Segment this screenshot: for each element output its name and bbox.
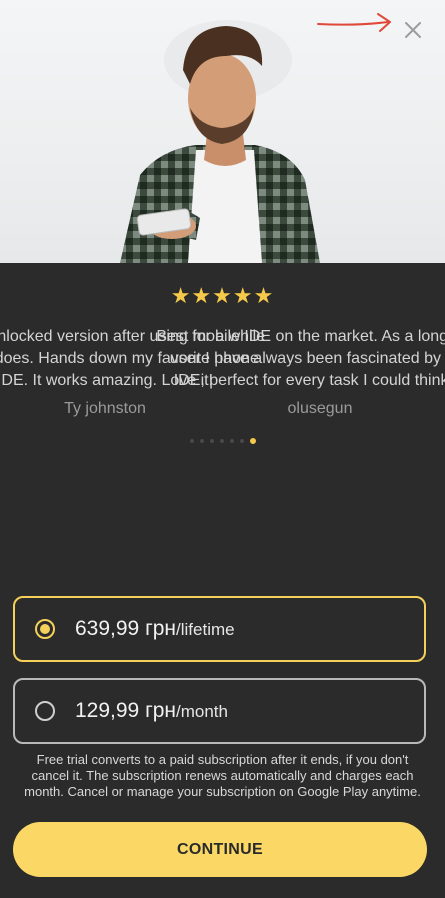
annotation-arrow-icon <box>317 13 391 32</box>
carousel-dot <box>189 439 194 443</box>
carousel-dot-active <box>249 438 256 444</box>
review-author: olusegun <box>287 400 353 417</box>
plan-option-monthly[interactable]: 129,99 грн/month <box>13 678 426 744</box>
plan-price: 639,99 грн/lifetime <box>75 617 235 641</box>
hero-image <box>0 0 445 263</box>
price-period: /month <box>176 702 228 721</box>
review-card: Best mobile IDE on the market. As a long… <box>155 326 445 420</box>
close-icon <box>405 22 421 38</box>
carousel-dot <box>239 439 244 443</box>
plan-price: 129,99 грн/month <box>75 699 228 723</box>
close-button[interactable] <box>401 18 425 42</box>
subscription-disclaimer: Free trial converts to a paid subscripti… <box>24 752 421 799</box>
carousel-dot <box>209 439 214 443</box>
continue-button[interactable]: CONTINUE <box>13 822 427 877</box>
reviews-carousel[interactable]: It has unlocked version after using for … <box>0 326 445 426</box>
carousel-dot <box>219 439 224 443</box>
price-amount: 129,99 грн <box>75 699 177 722</box>
price-period: /lifetime <box>176 620 235 639</box>
radio-unselected-icon[interactable] <box>35 701 55 721</box>
man-photo <box>120 20 320 263</box>
carousel-indicator <box>0 438 445 444</box>
carousel-dot <box>229 439 234 443</box>
review-text: Best mobile IDE on the market. As a long… <box>156 328 445 389</box>
carousel-dot <box>199 439 204 443</box>
radio-selected-icon[interactable] <box>35 619 55 639</box>
rating-stars: ★★★★★ <box>170 283 275 308</box>
price-amount: 639,99 грн <box>75 617 177 640</box>
plan-option-lifetime[interactable]: 639,99 грн/lifetime <box>13 596 426 662</box>
